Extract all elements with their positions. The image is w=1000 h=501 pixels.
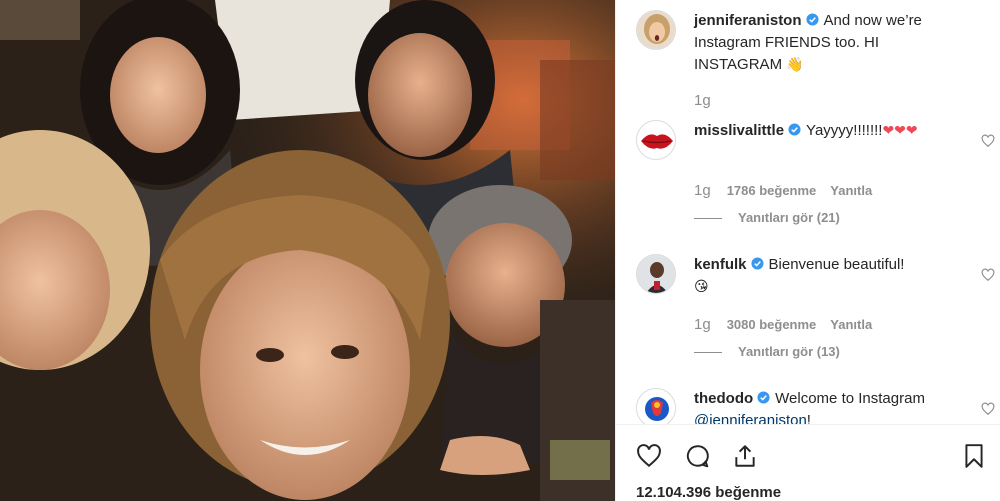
comment-body: Bienvenue beautiful! <box>768 256 905 273</box>
commenter-avatar[interactable] <box>636 120 676 160</box>
view-replies-button[interactable]: Yanıtları gör (13) <box>694 344 840 359</box>
caption-text: jenniferaniston And now we’re Instagram F… <box>694 10 962 76</box>
verified-badge-icon <box>805 13 819 26</box>
comment-username[interactable]: misslivalittle <box>694 122 784 139</box>
comment-icon[interactable] <box>684 443 710 469</box>
replies-divider-line <box>694 218 722 220</box>
post-photo[interactable] <box>0 0 615 501</box>
comment-time[interactable]: 1g <box>694 182 711 199</box>
caption-meta: 1g <box>694 92 727 109</box>
comment-meta: 1g 3080 beğenme Yanıtla <box>694 316 886 333</box>
comment-text: thedodo Welcome to Instagram @jenniferani… <box>694 388 962 424</box>
commenter-avatar[interactable] <box>636 388 676 424</box>
author-avatar[interactable] <box>636 10 676 50</box>
reply-button[interactable]: Yanıtla <box>830 317 872 332</box>
comment-text: misslivalittle Yayyyy!!!!!!!❤❤❤ <box>694 120 962 142</box>
mention-link[interactable]: @jenniferaniston <box>694 412 807 424</box>
comment-text: kenfulk Bienvenue beautiful! 😘 <box>694 254 962 298</box>
wave-emoji: 👋 <box>786 57 804 73</box>
heart-icon[interactable] <box>636 443 662 469</box>
post-action-bar: 12.104.396 beğenme <box>616 424 1000 501</box>
hearts-emoji: ❤❤❤ <box>882 123 918 139</box>
commenter-avatar[interactable] <box>636 254 676 294</box>
share-icon[interactable] <box>732 443 758 469</box>
comment-meta: 1g 1786 beğenme Yanıtla <box>694 182 886 199</box>
comment-body: Yayyyy!!!!!!! <box>806 122 883 139</box>
view-replies-button[interactable]: Yanıtları gör (21) <box>694 210 840 225</box>
comment-likes[interactable]: 1786 beğenme <box>727 183 817 198</box>
bookmark-icon[interactable] <box>961 443 987 469</box>
comment-like-heart-icon[interactable] <box>981 402 995 416</box>
comment-time[interactable]: 1g <box>694 316 711 333</box>
verified-badge-icon <box>757 391 770 404</box>
comment-tail: ! <box>806 412 811 424</box>
comment-body: Welcome to Instagram <box>775 390 925 407</box>
reply-button[interactable]: Yanıtla <box>830 183 872 198</box>
comment-like-heart-icon[interactable] <box>981 268 995 282</box>
comment-like-heart-icon[interactable] <box>981 134 995 148</box>
caption-time[interactable]: 1g <box>694 92 711 109</box>
comment-likes[interactable]: 3080 beğenme <box>727 317 817 332</box>
kiss-emoji: 😘 <box>694 279 709 295</box>
post-detail-panel: jenniferaniston And now we’re Instagram F… <box>615 0 1000 501</box>
view-replies-label: Yanıtları gör (13) <box>738 344 840 359</box>
comment-item: misslivalittle Yayyyy!!!!!!!❤❤❤ 1g 1786 be… <box>636 120 995 230</box>
verified-badge-icon <box>788 123 801 136</box>
comment-item: kenfulk Bienvenue beautiful! 😘 1g 3080 beğ… <box>636 254 995 364</box>
comments-list[interactable]: jenniferaniston And now we’re Instagram F… <box>616 0 1000 424</box>
replies-divider-line <box>694 352 722 354</box>
group-selfie-image <box>0 0 615 501</box>
caption-entry: jenniferaniston And now we’re Instagram F… <box>636 10 981 110</box>
author-username[interactable]: jenniferaniston <box>694 12 802 29</box>
view-replies-label: Yanıtları gör (21) <box>738 210 840 225</box>
post-like-count[interactable]: 12.104.396 beğenme <box>636 484 781 501</box>
comment-username[interactable]: kenfulk <box>694 256 747 273</box>
verified-badge-icon <box>750 257 764 270</box>
comment-item: thedodo Welcome to Instagram @jenniferani… <box>636 388 995 424</box>
comment-username[interactable]: thedodo <box>694 390 753 407</box>
